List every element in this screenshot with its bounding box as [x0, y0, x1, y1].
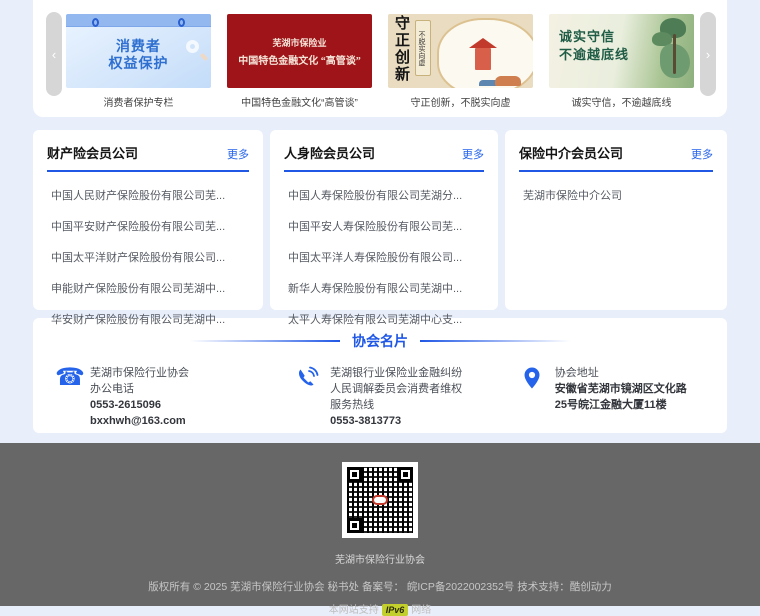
list-item[interactable]: 中国人民财产保险股份有限公司芜... — [47, 179, 249, 210]
qr-pattern — [347, 467, 413, 533]
slide-caption: 中国特色金融文化“高管谈” — [227, 94, 372, 109]
divider — [420, 340, 570, 342]
slide-finance-culture[interactable]: 芜湖市保险业 中国特色金融文化 “高管谈” 中国特色金融文化“高管谈” — [227, 14, 372, 109]
chevron-right-icon: › — [706, 47, 710, 62]
card-header: 保险中介会员公司 更多 — [519, 143, 713, 172]
member-list: 中国人民财产保险股份有限公司芜... 中国平安财产保险股份有限公司芜... 中国… — [47, 179, 249, 334]
list-item[interactable]: 申能财产保险股份有限公司芜湖中... — [47, 272, 249, 303]
contact-text: 芜湖市保险行业协会 办公电话 0553-2615096 bxxhwh@163.c… — [90, 366, 189, 430]
divider — [190, 340, 340, 342]
slide-consumer-protection[interactable]: 消费者 权益保护 消费者保护专栏 — [66, 14, 211, 109]
member-list: 芜湖市保险中介公司 — [519, 179, 713, 210]
more-link[interactable]: 更多 — [462, 146, 484, 162]
tree-trunk-artwork — [673, 34, 676, 74]
list-item[interactable]: 中国平安财产保险股份有限公司芜... — [47, 210, 249, 241]
section-title: 财产险会员公司 — [47, 143, 138, 162]
list-item[interactable]: 芜湖市保险中介公司 — [519, 179, 713, 210]
qr-finder-icon — [347, 467, 362, 482]
banner-text: 中国特色金融文化 “高管谈” — [238, 52, 361, 67]
contacts-row: ☎ 芜湖市保险行业协会 办公电话 0553-2615096 bxxhwh@163… — [33, 366, 727, 430]
ipv6-support-text: 本网站支持IPv6网络 — [0, 601, 760, 616]
carousel-next-button[interactable]: › — [700, 12, 716, 96]
list-item[interactable]: 中国人寿保险股份有限公司芜湖分... — [284, 179, 484, 210]
office-phone-contact: ☎ 芜湖市保险行业协会 办公电话 0553-2615096 bxxhwh@163… — [55, 366, 295, 430]
magnifier-icon — [186, 40, 199, 53]
slide-caption: 守正创新，不脱实向虚 — [388, 94, 533, 109]
card-header: 人身险会员公司 更多 — [284, 143, 484, 172]
qr-finder-icon — [347, 518, 362, 533]
slide-integrity-innovation[interactable]: 守正创新 不脱实向虚 守正创新，不脱实向虚 — [388, 14, 533, 109]
wechat-qr-code — [342, 462, 418, 538]
list-item[interactable]: 新华人寿保险股份有限公司芜湖中... — [284, 272, 484, 303]
copyright-text: 版权所有 © 2025 芜湖市保险行业协会 秘书处 备案号： 皖ICP备2022… — [0, 579, 760, 594]
finance-culture-banner[interactable]: 芜湖市保险业 中国特色金融文化 “高管谈” — [227, 14, 372, 88]
chevron-left-icon: ‹ — [52, 47, 56, 62]
card-header: 财产险会员公司 更多 — [47, 143, 249, 172]
qr-center-logo — [372, 495, 388, 505]
calendar-topbar — [66, 14, 211, 27]
carousel-slides: 消费者 权益保护 消费者保护专栏 芜湖市保险业 中国特色金融文化 “高管谈” 中… — [33, 0, 727, 109]
honesty-banner[interactable]: 诚实守信 不逾越底线 — [549, 14, 694, 88]
location-pin-icon — [520, 366, 546, 430]
integrity-innovation-banner[interactable]: 守正创新 不脱实向虚 — [388, 14, 533, 88]
consumer-protection-banner[interactable]: 消费者 权益保护 — [66, 14, 211, 88]
slide-honesty[interactable]: 诚实守信 不逾越底线 诚实守信，不逾越底线 — [549, 14, 694, 109]
life-insurance-card: 人身险会员公司 更多 中国人寿保险股份有限公司芜湖分... 中国平安人寿保险股份… — [270, 130, 498, 310]
association-card-section: 协会名片 ☎ 芜湖市保险行业协会 办公电话 0553-2615096 bxxhw… — [33, 318, 727, 433]
cloud-artwork — [437, 18, 533, 88]
calendar-ring-icon — [178, 18, 185, 27]
banner-text: 守正创新 — [393, 15, 408, 83]
contact-text: 协会地址 安徽省芜湖市镜湖区文化路 25号皖江金融大厦11楼 — [555, 366, 687, 430]
list-item[interactable]: 华安财产保险股份有限公司芜湖中... — [47, 303, 249, 334]
member-list: 中国人寿保险股份有限公司芜湖分... 中国平安人寿保险股份有限公司芜... 中国… — [284, 179, 484, 334]
carousel: ‹ 消费者 权益保护 消费者保护专栏 芜湖市保险业 中国特色金融文化 “高管谈” — [33, 0, 727, 117]
section-title: 协会名片 — [352, 331, 408, 351]
more-link[interactable]: 更多 — [691, 146, 713, 162]
banner-text: 芜湖市保险业 — [272, 36, 326, 49]
property-insurance-card: 财产险会员公司 更多 中国人民财产保险股份有限公司芜... 中国平安财产保险股份… — [33, 130, 263, 310]
carousel-prev-button[interactable]: ‹ — [46, 12, 62, 96]
qr-caption: 芜湖市保险行业协会 — [0, 551, 760, 566]
section-title: 保险中介会员公司 — [519, 143, 623, 162]
hotline-contact: 芜湖银行业保险业金融纠纷 人民调解委员会消费者维权 服务热线 0553-3813… — [295, 366, 520, 430]
pavilion-roof-icon — [469, 38, 497, 48]
office-phone-icon: ☎ — [55, 366, 81, 430]
slide-caption: 诚实守信，不逾越底线 — [549, 94, 694, 109]
list-item[interactable]: 中国太平洋人寿保险股份有限公司... — [284, 241, 484, 272]
scroll-banner-text: 不脱实向虚 — [415, 20, 431, 76]
list-item[interactable]: 中国太平洋财产保险股份有限公司... — [47, 241, 249, 272]
pavilion-body-icon — [475, 48, 491, 70]
list-item[interactable]: 太平人寿保险有限公司芜湖中心支... — [284, 303, 484, 334]
list-item[interactable]: 中国平安人寿保险股份有限公司芜... — [284, 210, 484, 241]
slide-caption: 消费者保护专栏 — [66, 94, 211, 109]
banner-text: 诚实守信 不逾越底线 — [559, 28, 629, 63]
footer: 芜湖市保险行业协会 版权所有 © 2025 芜湖市保险行业协会 秘书处 备案号：… — [0, 443, 760, 606]
member-sections: 财产险会员公司 更多 中国人民财产保险股份有限公司芜... 中国平安财产保险股份… — [33, 130, 727, 310]
address-contact: 协会地址 安徽省芜湖市镜湖区文化路 25号皖江金融大厦11楼 — [520, 366, 727, 430]
more-link[interactable]: 更多 — [227, 146, 249, 162]
hotline-icon — [295, 366, 321, 430]
intermediary-insurance-card: 保险中介会员公司 更多 芜湖市保险中介公司 — [505, 130, 727, 310]
contact-text: 芜湖银行业保险业金融纠纷 人民调解委员会消费者维权 服务热线 0553-3813… — [330, 366, 462, 430]
figures-artwork — [495, 76, 521, 86]
calendar-ring-icon — [92, 18, 99, 27]
section-title: 人身险会员公司 — [284, 143, 375, 162]
section-title-row: 协会名片 — [33, 331, 727, 351]
qr-finder-icon — [398, 467, 413, 482]
